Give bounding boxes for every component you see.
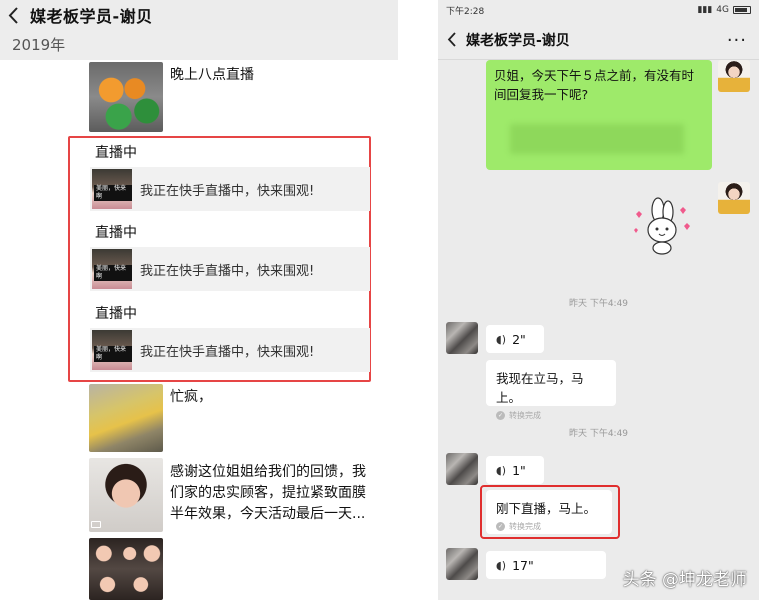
voice-wave-icon: ◖) [496, 332, 507, 346]
outgoing-message-bubble[interactable]: 贝姐，今天下午５点之前，有没有时 间回复我一下呢? [486, 60, 712, 170]
check-icon: ✓ [496, 522, 505, 531]
voice-transcript-bubble[interactable]: 刚下直播，马上。 ✓ 转换完成 [486, 490, 612, 534]
back-button[interactable] [0, 0, 26, 30]
post-text-1: 晚上八点直播 [170, 67, 254, 83]
live-thumbnail: 美丽，快来啊 [92, 330, 132, 370]
avatar[interactable] [718, 60, 750, 92]
voice-message-bubble[interactable]: ◖) 1" [486, 456, 544, 484]
post-image-boxes[interactable] [89, 384, 163, 452]
year-label: 2019年 [0, 30, 398, 60]
post-image-face[interactable] [89, 458, 163, 532]
live-card[interactable]: 美丽，快来啊 我正在快手直播中，快来围观! [90, 247, 370, 291]
check-icon: ✓ [496, 411, 505, 420]
live-block-1: 直播中 美丽，快来啊 我正在快手直播中，快来围观! [90, 142, 370, 211]
post-text-3: 感谢这位姐姐给我们的回馈，我 们家的忠实顾客，提拉紧致面膜 半年效果，今天活动最… [170, 462, 366, 525]
post-image-packages[interactable] [89, 62, 163, 132]
voice-duration: 17" [512, 557, 534, 573]
voice-duration: 2" [512, 331, 526, 347]
chevron-left-icon [447, 32, 456, 47]
transcript-status: ✓ 转换完成 [496, 410, 606, 421]
transcript-status: ✓ 转换完成 [496, 521, 602, 532]
thumbnail-tag: 美丽，快来啊 [94, 265, 132, 281]
status-label: 转换完成 [509, 411, 541, 420]
signal-icon: ▮▮▮ [697, 5, 713, 15]
live-card[interactable]: 美丽，快来啊 我正在快手直播中，快来围观! [90, 167, 370, 211]
live-message: 我正在快手直播中，快来围观! [140, 344, 315, 360]
chevron-left-icon [8, 6, 18, 24]
live-thumbnail: 美丽，快来啊 [92, 249, 132, 289]
panel-divider [398, 0, 438, 600]
network-label: 4G [716, 5, 729, 15]
voice-message-bubble[interactable]: ◖) 2" [486, 325, 544, 353]
battery-icon [733, 6, 751, 14]
live-title: 直播中 [95, 145, 137, 161]
post-text-line: 们家的忠实顾客，提拉紧致面膜 [170, 485, 366, 501]
status-icons: ▮▮▮ 4G [697, 5, 751, 15]
voice-transcript-bubble[interactable]: 我现在立马，马上。 ✓ 转换完成 [486, 360, 616, 420]
watermark: 头条 @坤龙老师 [622, 570, 747, 590]
highlight-box-live: 直播中 美丽，快来啊 我正在快手直播中，快来围观! 直播中 美丽，快来啊 我正在… [68, 136, 371, 382]
thumbnail-tag: 美丽，快来啊 [94, 185, 132, 201]
avatar[interactable] [446, 548, 478, 580]
video-icon [91, 521, 101, 528]
timestamp: 昨天 下午4:49 [568, 429, 629, 439]
live-thumbnail: 美丽，快来啊 [92, 169, 132, 209]
live-block-3: 直播中 美丽，快来啊 我正在快手直播中，快来围观! [90, 303, 370, 372]
voice-wave-icon: ◖) [496, 558, 507, 572]
live-message: 我正在快手直播中，快来围观! [140, 263, 315, 279]
live-title: 直播中 [95, 225, 137, 241]
post-text-line: 感谢这位姐姐给我们的回馈，我 [170, 464, 366, 480]
post-text-2: 忙疯， [170, 389, 212, 405]
avatar[interactable] [446, 453, 478, 485]
timestamp: 昨天 下午4:49 [568, 299, 629, 309]
blurred-text [510, 124, 684, 154]
more-options-button[interactable]: ··· [727, 30, 747, 51]
post-image-grid[interactable] [89, 538, 163, 600]
transcript-text: 我现在立马，马上。 [496, 371, 584, 405]
post-text-line: 半年效果，今天活动最后一天... [170, 506, 366, 522]
status-bar: 下午2:28 ▮▮▮ 4G [438, 0, 759, 20]
moments-panel: 媒老板学员-谢贝 2019年 晚上八点直播 直播中 美丽，快来啊 我正在快手直播… [0, 0, 398, 600]
avatar[interactable] [446, 322, 478, 354]
thumbnail-tag: 美丽，快来啊 [94, 346, 132, 362]
avatar[interactable] [718, 182, 750, 214]
bunny-sticker[interactable] [630, 196, 694, 258]
back-button[interactable] [438, 32, 466, 47]
chat-panel: 下午2:28 ▮▮▮ 4G 媒老板学员-谢贝 ··· 贝姐，今天下午５点之前，有… [438, 0, 759, 600]
live-message: 我正在快手直播中，快来围观! [140, 183, 315, 199]
voice-wave-icon: ◖) [496, 463, 507, 477]
status-label: 转换完成 [509, 522, 541, 531]
chat-title: 媒老板学员-谢贝 [466, 32, 570, 49]
moments-title: 媒老板学员-谢贝 [30, 7, 153, 26]
message-text: 贝姐，今天下午５点之前，有没有时 [494, 68, 695, 83]
message-text: 间回复我一下呢? [494, 87, 589, 102]
live-block-2: 直播中 美丽，快来啊 我正在快手直播中，快来围观! [90, 222, 370, 291]
moments-header: 媒老板学员-谢贝 [0, 0, 398, 30]
status-time: 下午2:28 [446, 6, 485, 17]
live-title: 直播中 [95, 306, 137, 322]
voice-duration: 1" [512, 462, 526, 478]
live-card[interactable]: 美丽，快来啊 我正在快手直播中，快来围观! [90, 328, 370, 372]
chat-header: 媒老板学员-谢贝 ··· [438, 20, 759, 60]
transcript-text: 刚下直播，马上。 [496, 501, 597, 516]
voice-message-bubble[interactable]: ◖) 17" [486, 551, 606, 579]
